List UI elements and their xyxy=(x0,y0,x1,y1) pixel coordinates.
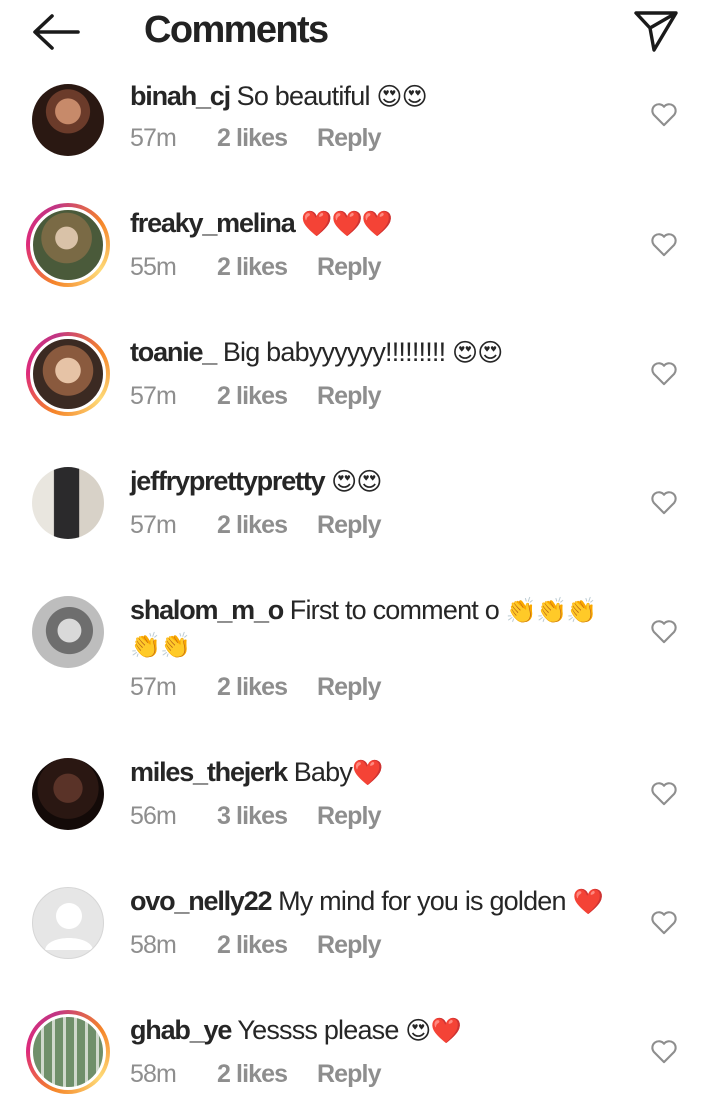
avatar[interactable] xyxy=(26,590,110,674)
heart-outline-icon[interactable] xyxy=(650,618,678,644)
emoji: 😍😍 xyxy=(331,468,382,496)
comment-text: binah_cj So beautiful 😍😍 xyxy=(130,79,620,113)
comment-body: So beautiful xyxy=(236,81,371,111)
reply-button[interactable]: Reply xyxy=(317,124,381,153)
reply-button[interactable]: Reply xyxy=(317,253,381,282)
heart-outline-icon[interactable] xyxy=(650,1038,678,1064)
comment-text: toanie_ Big babyyyyyy!!!!!!!!! 😍😍 xyxy=(130,335,620,370)
avatar-image xyxy=(32,84,104,156)
comment-time: 57m xyxy=(130,124,177,152)
comment-username[interactable]: shalom_m_o xyxy=(130,595,284,625)
paper-plane-icon[interactable] xyxy=(632,8,680,54)
emoji: ❤️ xyxy=(352,759,383,787)
heart-outline-icon[interactable] xyxy=(650,909,678,935)
comment-username[interactable]: binah_cj xyxy=(130,81,231,111)
comment-username[interactable]: freaky_melina xyxy=(130,208,296,238)
comment-time: 57m xyxy=(130,673,177,701)
reply-button[interactable]: Reply xyxy=(317,511,381,540)
avatar-image xyxy=(32,596,104,668)
comment-text: shalom_m_o First to comment o 👏👏👏 👏👏 xyxy=(130,593,620,663)
comment-body: Big babyyyyyy!!!!!!!!! xyxy=(222,337,446,367)
comment-username[interactable]: miles_thejerk xyxy=(130,757,288,787)
comment-body: First to comment o xyxy=(289,595,500,625)
reply-button[interactable]: Reply xyxy=(317,802,381,831)
comment-username[interactable]: jeffryprettypretty xyxy=(130,466,326,496)
comment-likes[interactable]: 2 likes xyxy=(217,673,288,702)
page-title: Comments xyxy=(144,9,329,51)
reply-button[interactable]: Reply xyxy=(317,1060,381,1089)
emoji: ❤️❤️❤️ xyxy=(301,210,393,238)
heart-outline-icon[interactable] xyxy=(650,780,678,806)
emoji: 😍😍 xyxy=(452,339,503,367)
comment-text: ghab_ye Yessss please 😍❤️ xyxy=(130,1013,620,1048)
comment-body: Baby xyxy=(293,757,353,787)
heart-outline-icon[interactable] xyxy=(650,489,678,515)
comment-likes[interactable]: 2 likes xyxy=(217,1060,288,1089)
avatar[interactable] xyxy=(26,78,110,162)
comment-likes[interactable]: 3 likes xyxy=(217,802,288,831)
default-avatar-icon xyxy=(32,887,104,959)
comment-body: Yessss please xyxy=(237,1015,399,1045)
heart-outline-icon[interactable] xyxy=(650,101,678,127)
comments-list[interactable]: binah_cj So beautiful 😍😍 57m 2 likes Rep… xyxy=(0,0,720,1106)
avatar-image xyxy=(30,1014,106,1090)
reply-button[interactable]: Reply xyxy=(317,931,381,960)
comment-body: My mind for you is golden xyxy=(278,886,566,916)
comment-time: 56m xyxy=(130,802,177,830)
comment-time: 55m xyxy=(130,253,177,281)
comment-likes[interactable]: 2 likes xyxy=(217,382,288,411)
avatar[interactable] xyxy=(26,752,110,836)
avatar-image xyxy=(30,207,106,283)
comment-text: jeffryprettypretty 😍😍 xyxy=(130,464,620,499)
comment-likes[interactable]: 2 likes xyxy=(217,931,288,960)
comment-text: freaky_melina ❤️❤️❤️ xyxy=(130,206,620,241)
avatar-image xyxy=(32,758,104,830)
avatar-image xyxy=(32,467,104,539)
avatar[interactable] xyxy=(26,1010,110,1094)
emoji: 😍❤️ xyxy=(405,1017,461,1045)
avatar-image xyxy=(30,336,106,412)
heart-outline-icon[interactable] xyxy=(650,231,678,257)
comment-text: miles_thejerk Baby❤️ xyxy=(130,755,620,790)
avatar[interactable] xyxy=(26,881,110,965)
avatar[interactable] xyxy=(26,461,110,545)
avatar[interactable] xyxy=(26,203,110,287)
comment-username[interactable]: ghab_ye xyxy=(130,1015,232,1045)
heart-outline-icon[interactable] xyxy=(650,360,678,386)
comment-likes[interactable]: 2 likes xyxy=(217,511,288,540)
comment-likes[interactable]: 2 likes xyxy=(217,253,288,282)
reply-button[interactable]: Reply xyxy=(317,673,381,702)
comment-username[interactable]: ovo_nelly22 xyxy=(130,886,273,916)
comment-time: 57m xyxy=(130,511,177,539)
comment-time: 58m xyxy=(130,1060,177,1088)
avatar[interactable] xyxy=(26,332,110,416)
comment-time: 58m xyxy=(130,931,177,959)
emoji: ❤️ xyxy=(572,888,603,916)
reply-button[interactable]: Reply xyxy=(317,382,381,411)
emoji: 😍😍 xyxy=(376,83,427,111)
arrow-left-icon[interactable] xyxy=(30,12,82,52)
top-bar: Comments xyxy=(0,0,720,62)
person-silhouette-icon xyxy=(45,903,93,950)
comment-username[interactable]: toanie_ xyxy=(130,337,217,367)
comment-likes[interactable]: 2 likes xyxy=(217,124,288,153)
comment-time: 57m xyxy=(130,382,177,410)
comment-text: ovo_nelly22 My mind for you is golden ❤️ xyxy=(130,884,620,919)
